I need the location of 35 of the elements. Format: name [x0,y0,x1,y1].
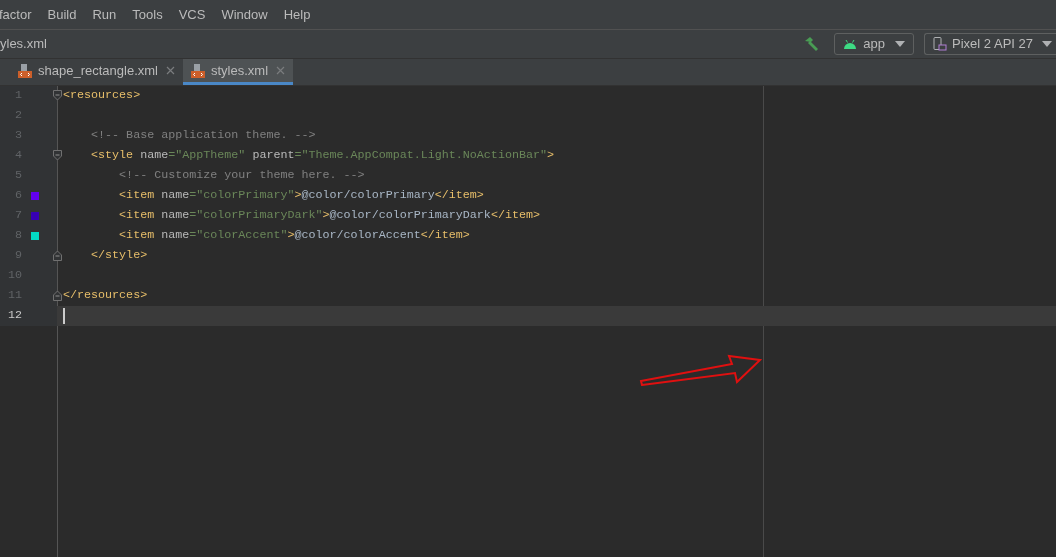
code-line: </resources> [63,287,148,305]
code-line: </style> [90,247,148,265]
code-line: <item name="colorPrimaryDark">@color/colorPrimaryDark</item> [118,207,540,225]
device-icon [933,37,948,51]
code-line: <resources> [63,87,141,105]
caret-icon [895,41,906,47]
line-number: 12 [6,307,22,325]
menu-item[interactable]: Window [213,4,276,25]
xml-file-icon [190,63,205,78]
menu-item[interactable]: Build [39,4,85,25]
code-line: <!-- Base application theme. --> [90,127,316,145]
android-icon [843,39,858,49]
close-icon[interactable] [276,66,286,75]
caret-icon [1042,41,1052,47]
code-line: <!-- Customize your theme here. --> [118,167,365,185]
hammer-icon[interactable] [804,36,821,52]
code-line: <item name="colorAccent">@color/colorAccent</item> [118,227,470,245]
breadcrumb[interactable]: yles.xml [0,34,47,54]
menu-item[interactable]: factor [0,4,40,25]
xml-file-icon [18,63,32,78]
config-dropdown[interactable]: app [834,33,915,55]
code-line: <style name="AppTheme" parent="Theme.AppCompat.Light.NoActionBar"> [90,147,554,165]
device-dropdown[interactable]: Pixel 2 API 27 [924,33,1056,55]
code-line: <item name="colorPrimary">@color/colorPrimary</item> [118,187,484,205]
fold-icon[interactable] [53,90,62,101]
fold-icon[interactable] [53,290,62,301]
editor-tab[interactable]: styles.xml [182,59,294,85]
fold-icon[interactable] [53,250,62,261]
close-icon[interactable] [165,66,175,75]
menu-item[interactable]: Run [84,4,125,25]
fold-icon[interactable] [53,150,62,161]
editor-tab[interactable]: shape_rectangle.xml [10,59,183,85]
menu-item[interactable]: Tools [124,4,171,25]
menu-item[interactable]: VCS [170,4,214,25]
menu-item[interactable]: Help [275,4,319,25]
